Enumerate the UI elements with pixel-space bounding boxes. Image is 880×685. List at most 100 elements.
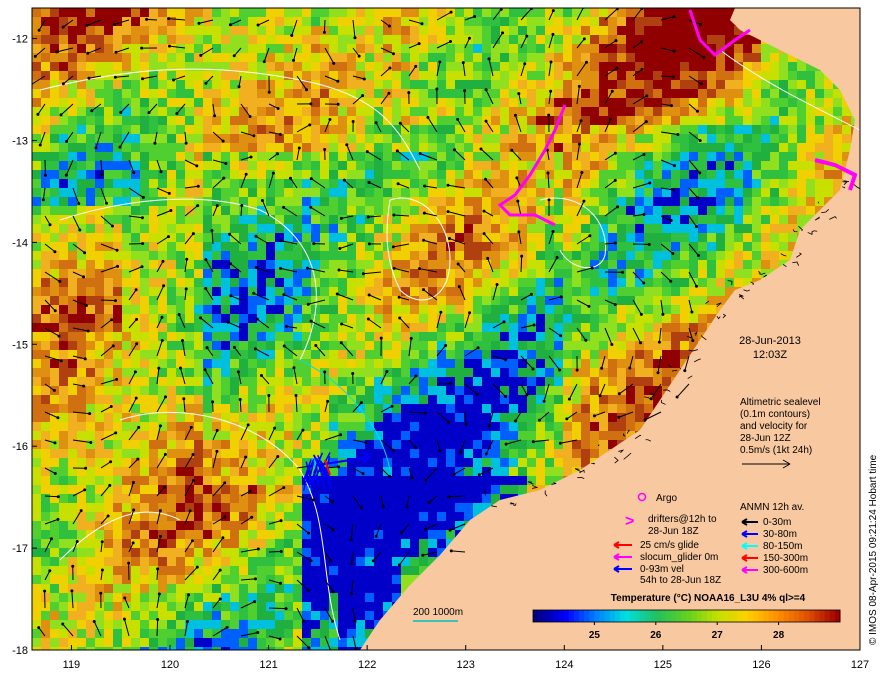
sst-cell	[491, 89, 501, 99]
sst-cell	[320, 8, 330, 18]
sst-cell	[554, 161, 564, 171]
sst-cell	[302, 233, 312, 243]
sst-cell	[725, 107, 735, 117]
sst-cell	[221, 152, 231, 162]
sst-cell	[518, 440, 528, 450]
sst-cell	[788, 161, 798, 171]
sst-cell	[122, 359, 132, 369]
sst-cell	[365, 395, 375, 405]
sst-cell	[212, 341, 222, 351]
sst-cell	[437, 197, 447, 207]
sst-cell	[32, 134, 42, 144]
sst-cell	[617, 224, 627, 234]
sst-cell	[617, 197, 627, 207]
sst-cell	[176, 476, 186, 486]
sst-cell	[221, 323, 231, 333]
sst-cell	[743, 197, 753, 207]
sst-cell	[149, 485, 159, 495]
sst-cell	[527, 278, 537, 288]
sst-cell	[86, 431, 96, 441]
sst-cell	[329, 107, 339, 117]
sst-cell	[203, 251, 213, 261]
sst-cell	[50, 98, 60, 108]
sst-cell	[743, 224, 753, 234]
sst-cell	[302, 278, 312, 288]
sst-cell	[140, 215, 150, 225]
sst-cell	[671, 26, 681, 36]
sst-cell	[491, 233, 501, 243]
sst-cell	[410, 260, 420, 270]
sst-cell	[644, 107, 654, 117]
sst-cell	[230, 26, 240, 36]
sst-cell	[284, 53, 294, 63]
sst-cell	[86, 260, 96, 270]
sst-cell	[68, 395, 78, 405]
sst-cell	[338, 305, 348, 315]
sst-cell	[248, 305, 258, 315]
sst-cell	[428, 404, 438, 414]
sst-cell	[167, 359, 177, 369]
sst-cell	[707, 215, 717, 225]
sst-cell	[131, 62, 141, 72]
sst-cell	[626, 116, 636, 126]
sst-cell	[167, 107, 177, 117]
sst-cell	[311, 422, 321, 432]
sst-cell	[149, 440, 159, 450]
sst-cell	[392, 188, 402, 198]
sst-cell	[41, 125, 51, 135]
sst-cell	[239, 431, 249, 441]
sst-cell	[599, 260, 609, 270]
sst-cell	[68, 8, 78, 18]
sst-cell	[545, 350, 555, 360]
sst-cell	[464, 161, 474, 171]
sst-cell	[779, 233, 789, 243]
sst-cell	[725, 62, 735, 72]
sst-cell	[698, 260, 708, 270]
sst-cell	[545, 287, 555, 297]
sst-cell	[482, 269, 492, 279]
sst-cell	[644, 134, 654, 144]
sst-cell	[221, 386, 231, 396]
sst-cell	[635, 395, 645, 405]
sst-cell	[563, 458, 573, 468]
sst-cell	[248, 80, 258, 90]
sst-cell	[212, 386, 222, 396]
sst-cell	[149, 314, 159, 324]
sst-cell	[248, 179, 258, 189]
sst-cell	[680, 170, 690, 180]
sst-cell	[167, 305, 177, 315]
sst-cell	[554, 341, 564, 351]
sst-cell	[707, 206, 717, 216]
sst-cell	[491, 116, 501, 126]
sst-cell	[518, 485, 528, 495]
sst-cell	[41, 161, 51, 171]
sst-cell	[608, 53, 618, 63]
sst-cell	[599, 431, 609, 441]
sst-cell	[383, 251, 393, 261]
sst-cell	[356, 143, 366, 153]
sst-cell	[428, 440, 438, 450]
sst-cell	[302, 287, 312, 297]
sst-cell	[176, 125, 186, 135]
sst-cell	[338, 8, 348, 18]
sst-cell	[212, 476, 222, 486]
sst-cell	[59, 116, 69, 126]
sst-cell	[356, 287, 366, 297]
sst-cell	[590, 17, 600, 27]
sst-cell	[500, 260, 510, 270]
sst-cell	[581, 341, 591, 351]
sst-cell	[509, 8, 519, 18]
sst-cell	[779, 215, 789, 225]
sst-cell	[563, 431, 573, 441]
sst-cell	[527, 413, 537, 423]
sst-cell	[311, 395, 321, 405]
sst-cell	[536, 377, 546, 387]
sst-cell	[302, 251, 312, 261]
sst-cell	[113, 26, 123, 36]
sst-cell	[212, 305, 222, 315]
sst-cell	[680, 314, 690, 324]
sst-cell	[446, 107, 456, 117]
sst-cell	[410, 350, 420, 360]
sst-cell	[59, 368, 69, 378]
sst-cell	[833, 134, 843, 144]
